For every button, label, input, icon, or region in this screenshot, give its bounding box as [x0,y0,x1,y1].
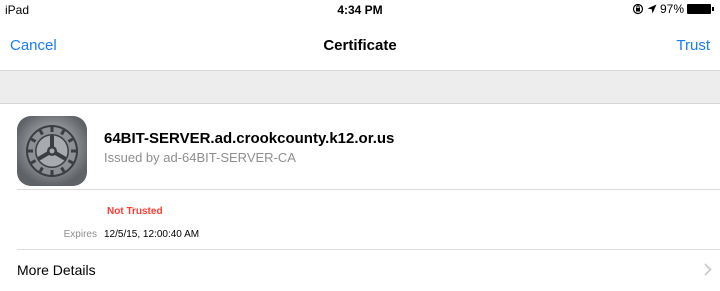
more-details-label: More Details [17,262,96,278]
battery-icon [687,4,714,14]
expires-label: Expires [63,229,97,240]
section-spacer [0,71,720,104]
page-title: Certificate [323,37,397,54]
divider [17,189,720,190]
certificate-header: 64BIT-SERVER.ad.crookcounty.k12.or.us Is… [0,104,720,190]
certificate-name: 64BIT-SERVER.ad.crookcounty.k12.or.us [104,130,395,147]
chevron-right-icon [704,263,712,281]
battery-percent: 97% [659,2,684,16]
more-details-row[interactable]: More Details [0,250,720,291]
status-right: 97% [632,2,714,16]
certificate-screen: iPad 4:34 PM 97% Cancel Certificate Trus… [0,0,720,291]
status-time: 4:34 PM [337,3,383,17]
trust-status: Not Trusted [107,206,163,217]
location-arrow-icon [647,4,657,14]
trust-button[interactable]: Trust [676,37,710,54]
settings-gear-icon [17,116,87,186]
lock-rotation-icon [632,3,644,15]
navigation-bar: Cancel Certificate Trust [0,20,720,71]
certificate-issuer: Issued by ad-64BIT-SERVER-CA [104,150,296,165]
status-bar: iPad 4:34 PM 97% [0,0,720,20]
expires-value: 12/5/15, 12:00:40 AM [104,229,200,240]
